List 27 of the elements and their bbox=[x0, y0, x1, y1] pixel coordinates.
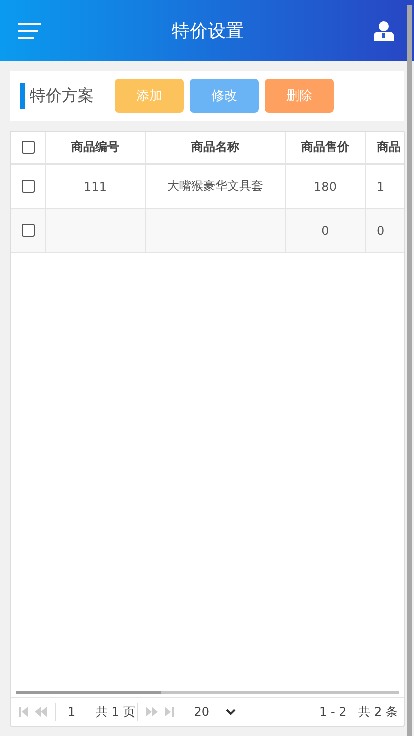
edit-button[interactable]: 修改 bbox=[190, 79, 259, 113]
row-checkbox[interactable] bbox=[22, 224, 34, 237]
table-cell: 大嘴猴豪华文具套 bbox=[168, 178, 264, 195]
page-count-text: 共 1 页 bbox=[96, 704, 136, 720]
add-button[interactable]: 添加 bbox=[115, 79, 184, 113]
record-range-text: 1 - 2 bbox=[320, 705, 347, 719]
record-total-text: 共 2 条 bbox=[358, 704, 398, 720]
column-header: 商品名称 bbox=[146, 132, 286, 163]
select-all-checkbox[interactable] bbox=[22, 141, 34, 154]
page-title: 特价设置 bbox=[172, 20, 244, 42]
column-header: 商品编号 bbox=[46, 132, 146, 163]
column-header: 商品 bbox=[376, 139, 402, 156]
table-cell: 0 bbox=[377, 224, 385, 238]
row-checkbox[interactable] bbox=[22, 180, 34, 193]
user-icon[interactable] bbox=[374, 20, 394, 40]
page-size-select[interactable]: 20 bbox=[188, 701, 240, 723]
table-cell: 180 bbox=[314, 180, 337, 194]
menu-icon[interactable] bbox=[18, 22, 42, 40]
table-cell: 0 bbox=[322, 224, 330, 238]
table-cell: 1 bbox=[377, 180, 385, 194]
page-number-field[interactable]: 1 bbox=[64, 705, 96, 719]
column-header: 商品售价 bbox=[286, 132, 366, 163]
chevron-down-icon bbox=[226, 708, 236, 716]
section-title: 特价方案 bbox=[30, 86, 94, 106]
table-cell: 111 bbox=[84, 180, 107, 194]
delete-button[interactable]: 删除 bbox=[265, 79, 334, 113]
accent-bar bbox=[20, 83, 25, 109]
